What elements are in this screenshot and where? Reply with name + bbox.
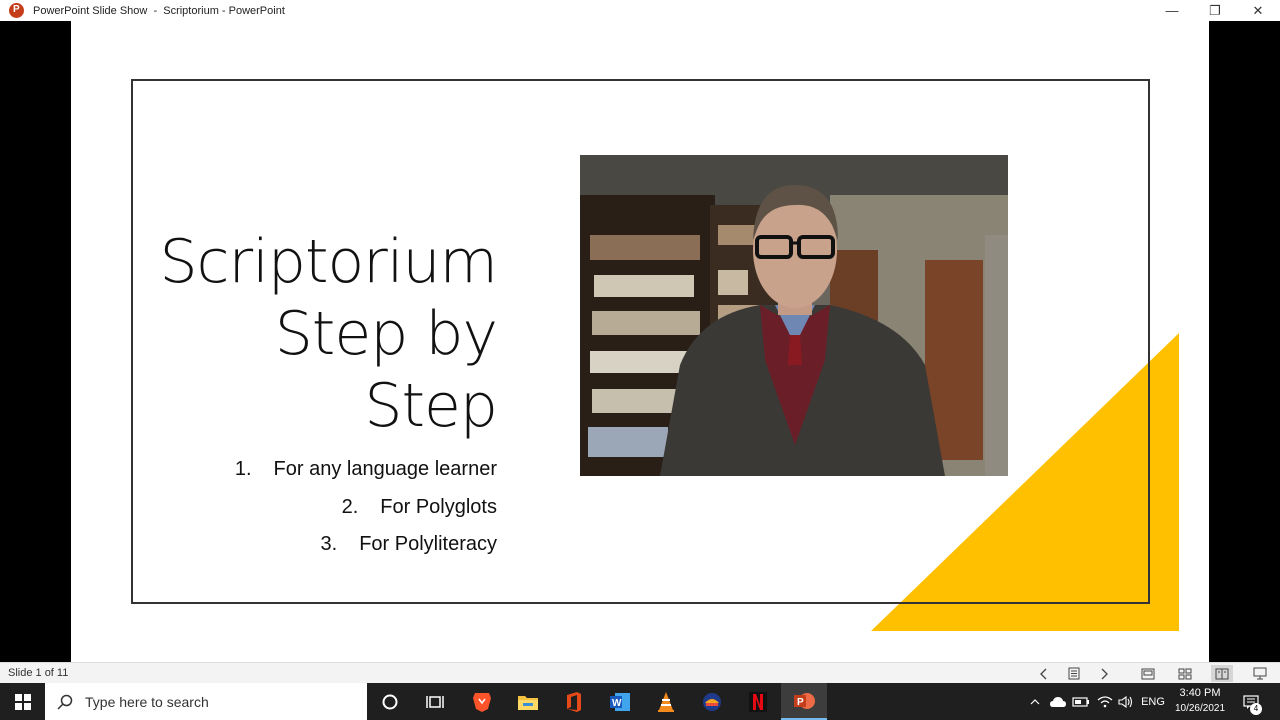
volume-icon[interactable]	[1116, 683, 1136, 720]
search-icon	[57, 694, 73, 710]
blue-app-icon[interactable]	[689, 683, 735, 720]
office-icon[interactable]	[551, 683, 597, 720]
netflix-icon[interactable]	[735, 683, 781, 720]
cortana-icon[interactable]	[367, 683, 413, 720]
slideshow-icon[interactable]	[1249, 665, 1271, 682]
clock-date: 10/26/2021	[1174, 703, 1226, 714]
battery-icon[interactable]	[1071, 683, 1091, 720]
webcam-scene	[580, 155, 1008, 476]
powerpoint-app-icon	[9, 3, 24, 18]
slideshow-status-bar: Slide 1 of 11	[0, 662, 1280, 683]
notification-count-badge: 4	[1250, 703, 1262, 715]
chevron-right-icon[interactable]	[1093, 665, 1115, 682]
bullet-number: 1.	[234, 458, 252, 480]
slide[interactable]: Scriptorium Step by Step 1. For any langu…	[71, 21, 1209, 662]
bullet-number: 3.	[320, 533, 338, 555]
slide-counter: Slide 1 of 11	[8, 667, 69, 679]
minimize-button[interactable]: —	[1150, 0, 1194, 21]
bullet-item: 1. For any language learner	[171, 451, 497, 489]
svg-text:W: W	[612, 698, 622, 709]
onedrive-icon[interactable]	[1048, 683, 1068, 720]
reading-view-icon[interactable]	[1211, 665, 1233, 682]
chevron-up-icon[interactable]	[1026, 683, 1044, 720]
wifi-icon[interactable]	[1095, 683, 1115, 720]
bullet-item: 2. For Polyglots	[171, 489, 497, 527]
bullet-text: For Polyliteracy	[359, 533, 497, 555]
brave-browser-icon[interactable]	[459, 683, 505, 720]
powerpoint-icon[interactable]: P	[781, 683, 827, 720]
start-button[interactable]	[0, 683, 45, 720]
word-icon[interactable]: W	[597, 683, 643, 720]
clock-time: 3:40 PM	[1179, 687, 1221, 699]
notification-center-icon[interactable]	[1238, 683, 1264, 720]
window-title-bar: PowerPoint Slide Show - Scriptorium - Po…	[0, 0, 1280, 21]
language-indicator[interactable]: ENG	[1140, 683, 1166, 720]
bullet-text: For any language learner	[273, 458, 497, 480]
slide-title: Scriptorium Step by Step	[151, 226, 498, 442]
bullet-item: 3. For Polyliteracy	[171, 526, 498, 564]
search-placeholder: Type here to search	[85, 693, 209, 710]
normal-view-icon[interactable]	[1137, 665, 1159, 682]
chevron-left-icon[interactable]	[1033, 665, 1055, 682]
slide-title-line: Step	[364, 371, 498, 441]
taskbar-clock[interactable]: 3:40 PM 10/26/2021	[1172, 686, 1228, 716]
bullet-number: 2.	[341, 495, 359, 518]
slide-title-line: Scriptorium	[159, 227, 498, 297]
maximize-button[interactable]: ❐	[1193, 0, 1237, 21]
task-view-icon[interactable]	[412, 683, 458, 720]
slide-title-line: Step by	[274, 299, 498, 369]
window-title: PowerPoint Slide Show - Scriptorium - Po…	[33, 4, 285, 17]
slide-menu-icon[interactable]	[1063, 665, 1085, 682]
slide-sorter-icon[interactable]	[1174, 665, 1196, 682]
file-explorer-icon[interactable]	[505, 683, 551, 720]
bullet-list: 1. For any language learner 2. For Polyglo…	[171, 451, 497, 564]
bullet-text: For Polyglots	[380, 495, 497, 518]
slideshow-stage[interactable]: Scriptorium Step by Step 1. For any langu…	[0, 21, 1280, 662]
webcam-presenter-photo	[580, 155, 1008, 476]
svg-text:P: P	[797, 697, 804, 708]
close-button[interactable]: ✕	[1236, 0, 1280, 21]
taskbar-search-box[interactable]: Type here to search	[45, 683, 367, 720]
windows-taskbar: Type here to search W P ENG 3:40 PM 10/2…	[0, 683, 1280, 720]
vlc-icon[interactable]	[643, 683, 689, 720]
windows-logo-icon	[14, 693, 31, 710]
